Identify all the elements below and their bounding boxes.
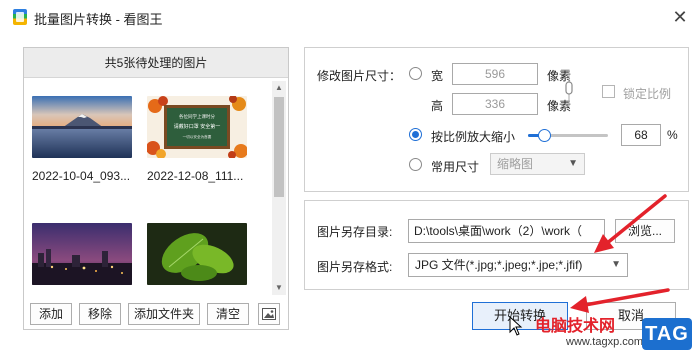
tag-logo-badge: TAG	[642, 318, 692, 350]
width-input[interactable]: 596	[452, 63, 538, 85]
clear-button[interactable]: 清空	[207, 303, 249, 325]
thumbnail-scrollbar[interactable]: ▲ ▼	[272, 81, 286, 295]
output-format-label: 图片另存格式:	[317, 260, 393, 274]
custom-size-radio[interactable]	[409, 67, 422, 80]
height-label: 高	[431, 99, 444, 113]
chalkboard-text-3: 一切以安全为首要	[183, 134, 212, 139]
height-input[interactable]: 336	[452, 93, 538, 115]
city-night-image	[32, 223, 132, 285]
lock-ratio-checkbox[interactable]	[602, 85, 615, 98]
common-size-select[interactable]: 缩略图 ▼	[490, 153, 585, 175]
close-button[interactable]: ✕	[669, 6, 691, 28]
chevron-down-icon: ▼	[611, 259, 621, 270]
output-dir-input[interactable]: D:\tools\桌面\work（2）\work（	[408, 219, 605, 243]
output-settings-group: 图片另存目录: D:\tools\桌面\work（2）\work（ 浏览... …	[304, 200, 689, 290]
width-label: 宽	[431, 69, 444, 83]
thumbnail-image-4[interactable]	[147, 223, 247, 285]
green-leaves-image	[147, 223, 247, 285]
thumbnail-grid: 2022-10-04_093... 各位同学上课时分 请戴好口罩 安全第一 一切…	[24, 79, 272, 299]
remove-button[interactable]: 移除	[79, 303, 121, 325]
browse-button[interactable]: 浏览...	[615, 219, 675, 243]
mountain-lake-image	[32, 96, 132, 158]
image-count-header: 共5张待处理的图片	[24, 48, 288, 78]
chalkboard-text-2: 请戴好口罩 安全第一	[174, 123, 221, 130]
add-folder-button[interactable]: 添加文件夹	[128, 303, 200, 325]
watermark-site-name: 电脑技术网	[535, 318, 616, 335]
image-list-toolbar: 添加 移除 添加文件夹 清空	[30, 303, 286, 325]
thumbnail-image-1[interactable]	[32, 96, 132, 158]
thumbnail-image-2[interactable]: 各位同学上课时分 请戴好口罩 安全第一 一切以安全为首要	[147, 96, 247, 158]
common-size-label: 常用尺寸	[431, 160, 480, 174]
resize-label: 修改图片尺寸：	[317, 69, 402, 83]
common-size-radio[interactable]	[409, 158, 422, 171]
thumbnail-label-1: 2022-10-04_093...	[32, 169, 131, 183]
watermark-url: www.tagxp.com	[566, 336, 644, 348]
app-logo-icon	[13, 9, 27, 25]
batch-convert-window: 批量图片转换 - 看图王 ✕ 共5张待处理的图片 2022-10-04_093.…	[0, 0, 699, 355]
lock-ratio-label: 锁定比例	[623, 87, 672, 101]
chalkboard-autumn-image: 各位同学上课时分 请戴好口罩 安全第一 一切以安全为首要	[147, 96, 247, 158]
chalkboard-text-1: 各位同学上课时分	[179, 113, 215, 120]
scale-label: 按比例放大缩小	[431, 130, 516, 144]
picture-icon	[262, 308, 276, 320]
window-title: 批量图片转换 - 看图王	[34, 12, 163, 27]
common-size-value: 缩略图	[497, 157, 534, 171]
scale-slider[interactable]	[528, 129, 608, 142]
scale-slider-knob[interactable]	[538, 129, 551, 142]
scroll-down-icon[interactable]: ▼	[272, 281, 286, 295]
percent-sign: %	[667, 128, 678, 142]
height-unit-label: 像素	[547, 99, 572, 113]
add-button[interactable]: 添加	[30, 303, 72, 325]
width-unit-label: 像素	[547, 69, 572, 83]
scrollbar-thumb[interactable]	[274, 97, 284, 197]
scale-percent-input[interactable]: 68	[621, 124, 661, 146]
image-list-panel: 共5张待处理的图片 2022-10-04_093... 各位同学上课时分 请戴好…	[23, 47, 289, 330]
thumbnail-label-2: 2022-12-08_111...	[147, 169, 244, 183]
thumbnail-image-3[interactable]	[32, 223, 132, 285]
scroll-up-icon[interactable]: ▲	[272, 81, 286, 95]
chevron-down-icon: ▼	[568, 158, 578, 169]
title-bar: 批量图片转换 - 看图王 ✕	[0, 0, 699, 36]
output-format-select[interactable]: JPG 文件(*.jpg;*.jpeg;*.jpe;*.jfif) ▼	[408, 253, 628, 277]
resize-settings-group: 修改图片尺寸： 宽 596 像素 高 336 像素 锁定比例 按比例放大缩小 6…	[304, 47, 689, 192]
output-dir-label: 图片另存目录:	[317, 225, 393, 239]
output-format-value: JPG 文件(*.jpg;*.jpeg;*.jpe;*.jfif)	[415, 258, 583, 272]
scale-radio[interactable]	[409, 128, 422, 141]
image-view-button[interactable]	[258, 303, 280, 325]
